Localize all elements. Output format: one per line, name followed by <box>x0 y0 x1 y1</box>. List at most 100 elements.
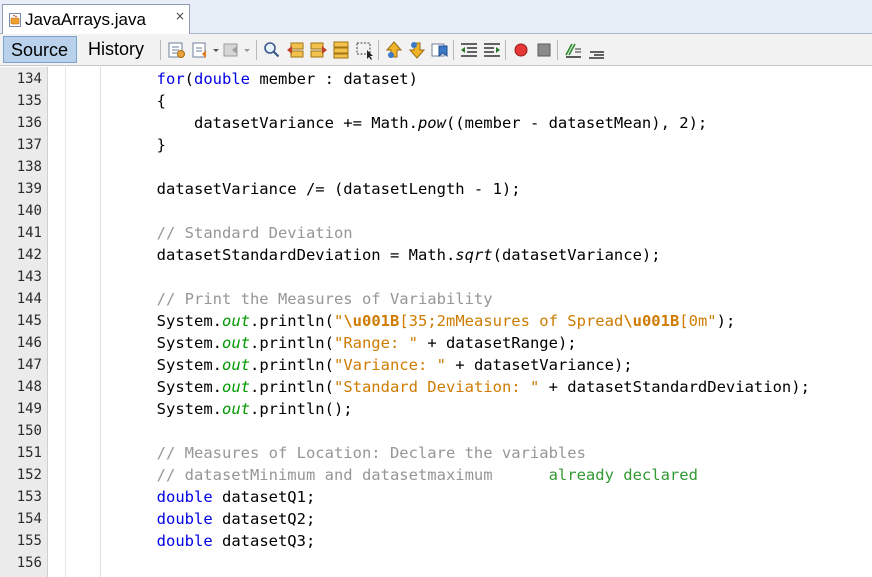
line-number: 147 <box>16 357 42 373</box>
code-token: sqrt <box>455 246 493 264</box>
code-token: // datasetMinimum and datasetmaximum <box>156 466 549 484</box>
shift-left-icon[interactable] <box>459 40 479 60</box>
code-line[interactable]: // Standard Deviation <box>82 222 353 244</box>
code-token: double <box>156 488 213 506</box>
toolbar-separator <box>378 40 379 60</box>
code-token: ( <box>184 70 194 88</box>
code-token: + datasetRange); <box>417 334 577 352</box>
code-token: double <box>156 510 213 528</box>
line-number: 143 <box>16 269 42 285</box>
code-line[interactable]: System.out.println("Standard Deviation: … <box>82 376 810 398</box>
code-token: "Standard Deviation: " <box>333 378 540 396</box>
code-line[interactable]: double datasetQ3; <box>82 530 316 552</box>
code-line[interactable]: } <box>82 134 166 156</box>
code-line[interactable]: System.out.println(); <box>82 398 353 420</box>
line-number-gutter: 134 135 136 137 138 139 140 141 142 143 144 145 146 1… <box>0 67 48 577</box>
chevron-down-icon[interactable] <box>211 40 221 60</box>
code-line[interactable]: // Measures of Location: Declare the var… <box>82 442 586 464</box>
code-token: (datasetVariance); <box>492 246 661 264</box>
history-view-button[interactable]: History <box>81 36 155 63</box>
code-token: .println(); <box>249 400 353 418</box>
history-view-label: History <box>88 39 145 59</box>
back-icon[interactable] <box>191 40 211 60</box>
line-number: 146 <box>16 335 42 351</box>
code-token: \u001B <box>343 312 400 330</box>
last-edit-icon[interactable] <box>167 40 187 60</box>
line-number: 141 <box>16 225 42 241</box>
code-token: // Print the Measures of Variability <box>156 290 493 308</box>
code-token: ); <box>716 312 736 330</box>
find-previous-icon[interactable] <box>285 40 305 60</box>
code-token: // Standard Deviation <box>156 224 353 242</box>
code-line[interactable]: for(double member : dataset) <box>82 68 418 90</box>
code-token: } <box>82 136 166 154</box>
code-line[interactable]: System.out.println("Range: " + datasetRa… <box>82 332 577 354</box>
code-token: ((member - datasetMean), 2); <box>445 114 708 132</box>
code-token: System. <box>82 312 222 330</box>
code-line[interactable]: // Print the Measures of Variability <box>82 288 493 310</box>
code-token: datasetQ2; <box>212 510 316 528</box>
code-token: [0m" <box>679 312 717 330</box>
code-line[interactable]: double datasetQ2; <box>82 508 316 530</box>
file-tab[interactable]: JavaArrays.java × <box>2 4 190 34</box>
line-number: 142 <box>16 247 42 263</box>
code-token: System. <box>82 334 222 352</box>
line-number: 137 <box>16 137 42 153</box>
code-line[interactable]: System.out.println("Variance: " + datase… <box>82 354 633 376</box>
toggle-rect-select-icon[interactable] <box>355 40 375 60</box>
line-number: 145 <box>16 313 42 329</box>
forward-icon[interactable] <box>222 40 242 60</box>
previous-bookmark-icon[interactable] <box>384 40 404 60</box>
code-token: \u001B <box>623 312 680 330</box>
line-number: 138 <box>16 159 42 175</box>
find-selection-icon[interactable] <box>262 40 282 60</box>
code-line[interactable]: { <box>82 90 166 112</box>
code-line[interactable]: datasetVariance /= (datasetLength - 1); <box>82 178 521 200</box>
chevron-down-icon[interactable] <box>242 40 252 60</box>
line-number: 134 <box>16 71 42 87</box>
code-line[interactable]: datasetVariance += Math.pow((member - da… <box>82 112 707 134</box>
code-token: double <box>156 532 213 550</box>
code-token: for <box>156 70 185 88</box>
code-line[interactable]: // datasetMinimum and datasetmaximum alr… <box>82 464 698 486</box>
find-next-icon[interactable] <box>309 40 329 60</box>
code-token: datasetQ1; <box>212 488 316 506</box>
next-bookmark-icon[interactable] <box>407 40 427 60</box>
code-line[interactable]: System.out.println("\u001B[35;2mMeasures… <box>82 310 736 332</box>
line-number: 151 <box>16 445 42 461</box>
stop-macro-icon[interactable] <box>534 40 554 60</box>
code-token: datasetStandardDeviation = Math. <box>82 246 456 264</box>
shift-right-icon[interactable] <box>482 40 502 60</box>
code-token: { <box>82 92 166 110</box>
start-macro-icon[interactable] <box>511 40 531 60</box>
toggle-bookmark-icon[interactable] <box>430 40 450 60</box>
uncomment-icon[interactable] <box>586 40 606 60</box>
code-token: out <box>221 334 250 352</box>
code-token: datasetVariance /= (datasetLength - 1); <box>82 180 521 198</box>
code-token: .println( <box>249 312 334 330</box>
code-line[interactable]: double datasetQ1; <box>82 486 316 508</box>
line-number: 154 <box>16 511 42 527</box>
close-tab-icon[interactable]: × <box>175 9 185 23</box>
code-editor[interactable]: for(double member : dataset) { datasetVa… <box>66 67 872 577</box>
code-token: + datasetStandardDeviation); <box>539 378 810 396</box>
code-token: pow <box>417 114 446 132</box>
line-number: 136 <box>16 115 42 131</box>
line-number: 135 <box>16 93 42 109</box>
source-view-button[interactable]: Source <box>3 36 77 63</box>
comment-icon[interactable] <box>563 40 583 60</box>
toggle-highlight-icon[interactable] <box>332 40 352 60</box>
code-token: out <box>221 356 250 374</box>
code-token: "Range: " <box>333 334 418 352</box>
code-token: out <box>221 312 250 330</box>
code-token: .println( <box>249 356 334 374</box>
code-line[interactable]: datasetStandardDeviation = Math.sqrt(dat… <box>82 244 661 266</box>
fold-margin[interactable] <box>48 67 66 577</box>
